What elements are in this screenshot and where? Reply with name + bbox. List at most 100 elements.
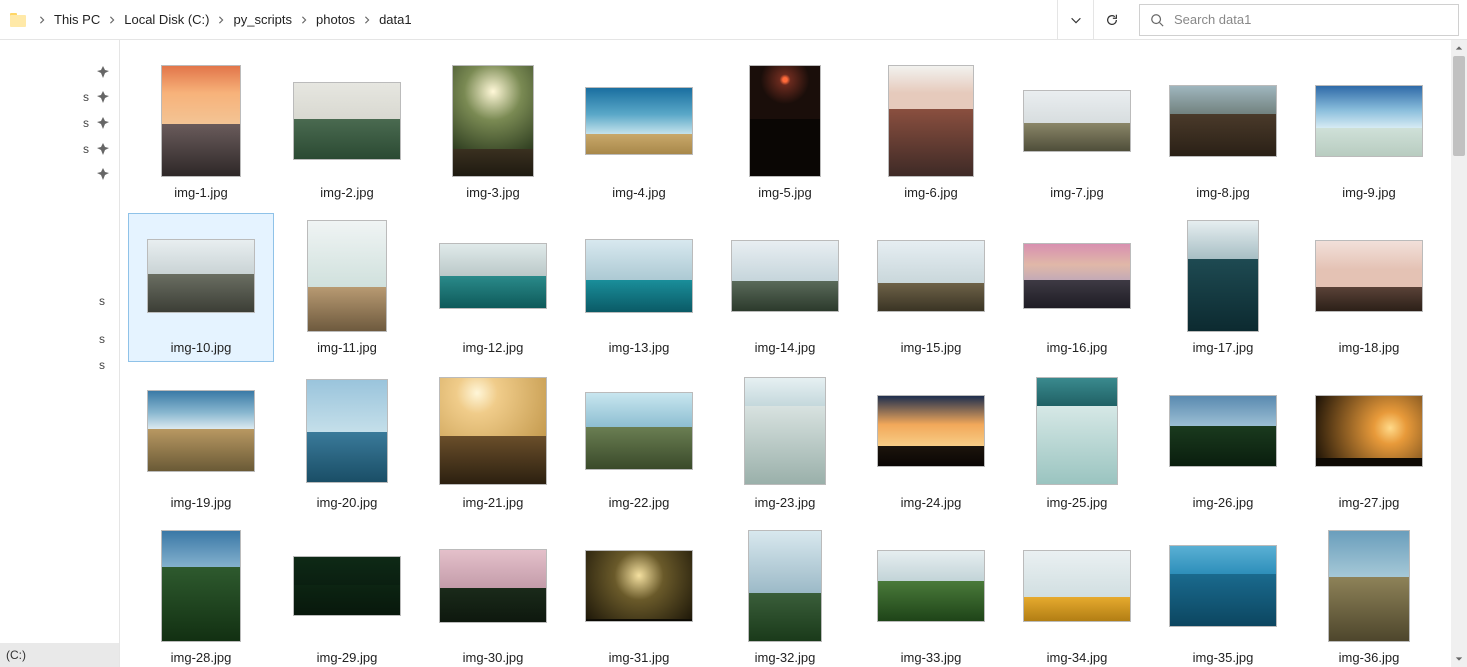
file-thumbnail (877, 528, 985, 644)
search-icon (1150, 13, 1164, 27)
file-item[interactable]: img-8.jpg (1150, 58, 1296, 207)
file-item[interactable]: img-32.jpg (712, 523, 858, 667)
file-item[interactable]: img-19.jpg (128, 368, 274, 517)
file-item[interactable]: img-21.jpg (420, 368, 566, 517)
file-item[interactable]: img-4.jpg (566, 58, 712, 207)
file-label: img-16.jpg (1047, 340, 1108, 355)
file-label: img-31.jpg (609, 650, 670, 665)
file-item[interactable]: img-11.jpg (274, 213, 420, 362)
search-input[interactable] (1174, 12, 1448, 27)
file-item[interactable]: img-24.jpg (858, 368, 1004, 517)
breadcrumb-segment[interactable]: photos (310, 12, 361, 27)
breadcrumb[interactable]: This PC Local Disk (C:) py_scripts photos da… (48, 0, 1057, 39)
search-box[interactable] (1139, 4, 1459, 36)
file-item[interactable]: img-30.jpg (420, 523, 566, 667)
file-item[interactable]: img-22.jpg (566, 368, 712, 517)
file-item[interactable]: img-7.jpg (1004, 58, 1150, 207)
file-item[interactable]: img-9.jpg (1296, 58, 1442, 207)
file-thumbnail (877, 373, 985, 489)
file-thumbnail (452, 63, 534, 179)
file-item[interactable]: img-29.jpg (274, 523, 420, 667)
refresh-button[interactable] (1093, 0, 1129, 40)
sidebar-pinned-item[interactable] (0, 60, 119, 84)
pin-icon (97, 168, 109, 180)
file-thumbnail (744, 373, 826, 489)
file-item[interactable]: img-16.jpg (1004, 213, 1150, 362)
breadcrumb-segment[interactable]: py_scripts (227, 12, 298, 27)
file-item[interactable]: img-18.jpg (1296, 213, 1442, 362)
sidebar-pinned-item[interactable]: s (0, 136, 119, 162)
file-item[interactable]: img-28.jpg (128, 523, 274, 667)
sidebar-bottom-label: (C:) (6, 648, 26, 662)
sidebar-item[interactable] (0, 276, 119, 288)
file-item[interactable]: img-34.jpg (1004, 523, 1150, 667)
path-dropdown-button[interactable] (1057, 0, 1093, 40)
file-grid: img-1.jpgimg-2.jpgimg-3.jpgimg-4.jpgimg-… (120, 40, 1467, 667)
file-item[interactable]: img-10.jpg (128, 213, 274, 362)
file-thumbnail (147, 373, 255, 489)
file-thumbnail (585, 63, 693, 179)
file-thumbnail (749, 63, 821, 179)
file-label: img-35.jpg (1193, 650, 1254, 665)
file-thumbnail (1315, 63, 1423, 179)
sidebar-item[interactable]: s (0, 352, 119, 378)
sidebar-pinned-item[interactable] (0, 162, 119, 186)
file-label: img-12.jpg (463, 340, 524, 355)
file-item[interactable]: img-20.jpg (274, 368, 420, 517)
file-thumbnail (1169, 373, 1277, 489)
file-thumbnail (585, 528, 693, 644)
file-thumbnail (439, 528, 547, 644)
sidebar-item[interactable] (0, 314, 119, 326)
file-thumbnail (888, 63, 974, 179)
scroll-up-button[interactable] (1451, 40, 1467, 56)
sidebar-pinned-item[interactable]: s (0, 84, 119, 110)
file-item[interactable]: img-26.jpg (1150, 368, 1296, 517)
file-item[interactable]: img-23.jpg (712, 368, 858, 517)
file-label: img-32.jpg (755, 650, 816, 665)
file-label: img-7.jpg (1050, 185, 1103, 200)
file-label: img-28.jpg (171, 650, 232, 665)
pin-icon (97, 117, 109, 129)
file-item[interactable]: img-5.jpg (712, 58, 858, 207)
file-label: img-26.jpg (1193, 495, 1254, 510)
sidebar-item-label: s (99, 332, 105, 346)
address-bar: This PC Local Disk (C:) py_scripts photos da… (0, 0, 1467, 40)
sidebar-item[interactable]: s (0, 326, 119, 352)
file-item[interactable]: img-17.jpg (1150, 213, 1296, 362)
file-item[interactable]: img-15.jpg (858, 213, 1004, 362)
scroll-thumb[interactable] (1453, 56, 1465, 156)
breadcrumb-segment[interactable]: Local Disk (C:) (118, 12, 215, 27)
file-item[interactable]: img-25.jpg (1004, 368, 1150, 517)
file-item[interactable]: img-36.jpg (1296, 523, 1442, 667)
file-item[interactable]: img-27.jpg (1296, 368, 1442, 517)
file-item[interactable]: img-33.jpg (858, 523, 1004, 667)
file-label: img-10.jpg (171, 340, 232, 355)
breadcrumb-segment[interactable]: This PC (48, 12, 106, 27)
main: ssssss (C:) img-1.jpgimg-2.jpgimg-3.jpgi… (0, 40, 1467, 667)
file-item[interactable]: img-2.jpg (274, 58, 420, 207)
file-item[interactable]: img-35.jpg (1150, 523, 1296, 667)
breadcrumb-segment[interactable]: data1 (373, 12, 418, 27)
vertical-scrollbar[interactable] (1451, 40, 1467, 667)
file-thumbnail (1187, 218, 1259, 334)
file-item[interactable]: img-12.jpg (420, 213, 566, 362)
file-item[interactable]: img-3.jpg (420, 58, 566, 207)
file-label: img-23.jpg (755, 495, 816, 510)
chevron-down-icon (1069, 13, 1083, 27)
file-item[interactable]: img-14.jpg (712, 213, 858, 362)
pin-icon (97, 66, 109, 78)
file-item[interactable]: img-31.jpg (566, 523, 712, 667)
sidebar-item[interactable]: s (0, 288, 119, 314)
sidebar-item-label: s (83, 142, 89, 156)
file-item[interactable]: img-6.jpg (858, 58, 1004, 207)
pin-icon (97, 91, 109, 103)
scroll-down-button[interactable] (1451, 651, 1467, 667)
file-label: img-13.jpg (609, 340, 670, 355)
file-item[interactable]: img-1.jpg (128, 58, 274, 207)
file-thumbnail (1023, 528, 1131, 644)
file-thumbnail (307, 218, 387, 334)
sidebar-bottom-item[interactable]: (C:) (0, 643, 119, 667)
file-item[interactable]: img-13.jpg (566, 213, 712, 362)
sidebar-pinned-item[interactable]: s (0, 110, 119, 136)
folder-icon (10, 13, 26, 27)
